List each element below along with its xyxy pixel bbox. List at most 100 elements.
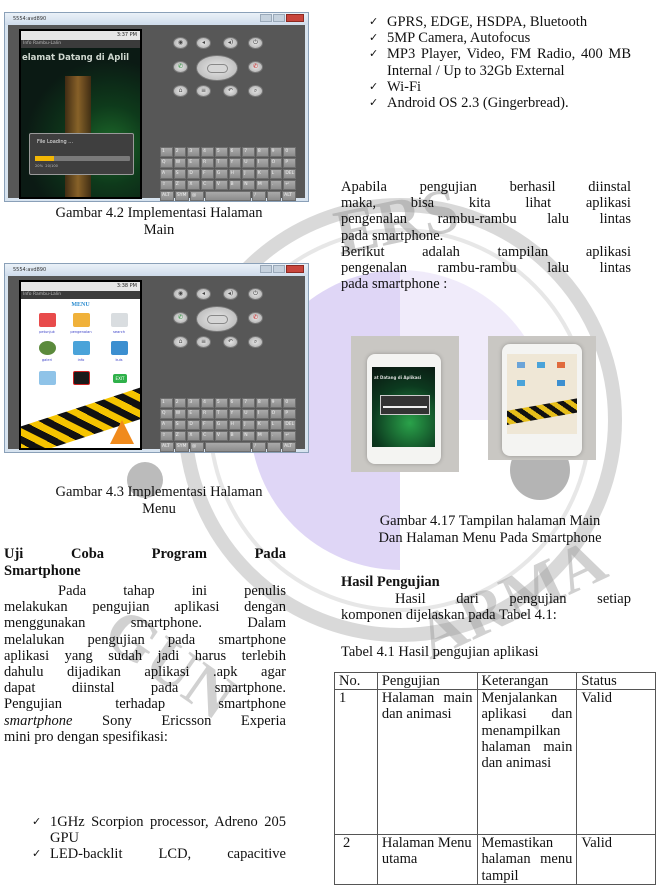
key[interactable]: F [201, 169, 214, 179]
key[interactable]: C [201, 180, 214, 190]
key[interactable]: V [214, 431, 228, 441]
key[interactable]: X [187, 180, 201, 190]
minimize-button[interactable] [260, 265, 272, 273]
key[interactable]: G [214, 420, 228, 430]
key[interactable]: K [255, 420, 269, 430]
key[interactable]: ALT [282, 191, 297, 201]
key[interactable]: V [214, 180, 228, 190]
back-button[interactable]: ↶ [223, 336, 238, 348]
search-icon[interactable] [111, 313, 128, 327]
key[interactable]: A [160, 420, 173, 430]
call-button[interactable]: ✆ [173, 61, 188, 73]
key[interactable]: 3 [187, 398, 201, 408]
key[interactable]: 5 [214, 398, 228, 408]
petunjuk-icon[interactable] [39, 313, 56, 327]
key[interactable]: 9 [269, 398, 283, 408]
key[interactable]: U [242, 158, 255, 168]
close-button[interactable] [286, 14, 304, 22]
volume-up-button[interactable]: ◂) [223, 37, 238, 49]
key[interactable]: ALT [160, 442, 174, 452]
volume-up-button[interactable]: ◂) [223, 288, 238, 300]
key[interactable]: H [228, 169, 242, 179]
key[interactable]: . [269, 431, 283, 441]
key[interactable]: D [187, 420, 201, 430]
key[interactable]: A [160, 169, 173, 179]
key[interactable]: 0 [283, 398, 297, 408]
power-icon[interactable] [73, 371, 90, 385]
key[interactable]: W [173, 158, 187, 168]
key[interactable]: O [269, 158, 283, 168]
key[interactable] [204, 442, 252, 452]
home-button[interactable]: ⌂ [173, 85, 188, 97]
search-button[interactable]: ⌕ [248, 336, 263, 348]
galeri-icon[interactable] [39, 341, 56, 355]
key[interactable]: N [242, 180, 255, 190]
key[interactable]: G [214, 169, 228, 179]
key[interactable]: C [201, 431, 214, 441]
key[interactable]: SYM [174, 442, 189, 452]
key[interactable]: 3 [187, 147, 201, 157]
menu-item-label[interactable]: petunjuk [32, 330, 62, 334]
key[interactable]: Z [173, 180, 187, 190]
key[interactable]: SYM [174, 191, 189, 201]
key[interactable]: ALT [282, 442, 297, 452]
about-icon[interactable] [39, 371, 56, 385]
key[interactable]: Y [228, 158, 242, 168]
key[interactable]: T [214, 409, 228, 419]
dpad-center-button[interactable] [207, 64, 228, 73]
key[interactable]: / [252, 442, 267, 452]
key[interactable]: 2 [173, 398, 187, 408]
key[interactable]: ALT [160, 191, 174, 201]
end-call-button[interactable]: ✆ [248, 312, 263, 324]
dpad[interactable] [196, 55, 238, 81]
menu-item-label[interactable]: galeri [32, 358, 62, 362]
key[interactable]: 0 [283, 147, 297, 157]
key[interactable]: DEL [283, 169, 297, 179]
kuis-icon[interactable] [111, 341, 128, 355]
key[interactable]: P [283, 409, 297, 419]
key[interactable]: 4 [201, 147, 214, 157]
key[interactable]: 8 [255, 398, 269, 408]
search-button[interactable]: ⌕ [248, 85, 263, 97]
key[interactable]: U [242, 409, 255, 419]
dpad[interactable] [196, 306, 238, 332]
key[interactable]: 6 [228, 147, 242, 157]
key[interactable]: DEL [283, 420, 297, 430]
key[interactable]: E [187, 409, 201, 419]
key[interactable]: B [228, 180, 242, 190]
key[interactable]: F [201, 420, 214, 430]
key[interactable]: ⇧ [160, 180, 173, 190]
key[interactable]: P [283, 158, 297, 168]
menu-button[interactable]: ≡ [196, 85, 211, 97]
key[interactable]: 9 [269, 147, 283, 157]
minimize-button[interactable] [260, 14, 272, 22]
key[interactable]: W [173, 409, 187, 419]
menu-item-label[interactable]: kuis [104, 358, 134, 362]
camera-button[interactable]: ◉ [173, 288, 188, 300]
key[interactable]: M [255, 431, 269, 441]
key[interactable]: B [228, 431, 242, 441]
dpad-center-button[interactable] [207, 315, 228, 324]
menu-item-label[interactable]: info [66, 358, 96, 362]
key[interactable] [204, 191, 252, 201]
key[interactable]: 4 [201, 398, 214, 408]
key[interactable] [267, 442, 282, 452]
key[interactable]: S [173, 169, 187, 179]
key[interactable]: Q [160, 158, 173, 168]
key[interactable]: 1 [160, 398, 173, 408]
key[interactable]: 2 [173, 147, 187, 157]
key[interactable]: Q [160, 409, 173, 419]
camera-button[interactable]: ◉ [173, 37, 188, 49]
key[interactable]: R [201, 158, 214, 168]
key[interactable]: @ [189, 442, 204, 452]
key[interactable]: E [187, 158, 201, 168]
key[interactable]: H [228, 420, 242, 430]
exit-button[interactable]: EXIT [113, 374, 127, 383]
key[interactable]: 7 [242, 147, 255, 157]
key[interactable]: @ [189, 191, 204, 201]
key[interactable]: ↵ [283, 180, 297, 190]
pengenalan-icon[interactable] [73, 313, 90, 327]
back-button[interactable]: ↶ [223, 85, 238, 97]
key[interactable]: I [255, 158, 269, 168]
key[interactable]: I [255, 409, 269, 419]
